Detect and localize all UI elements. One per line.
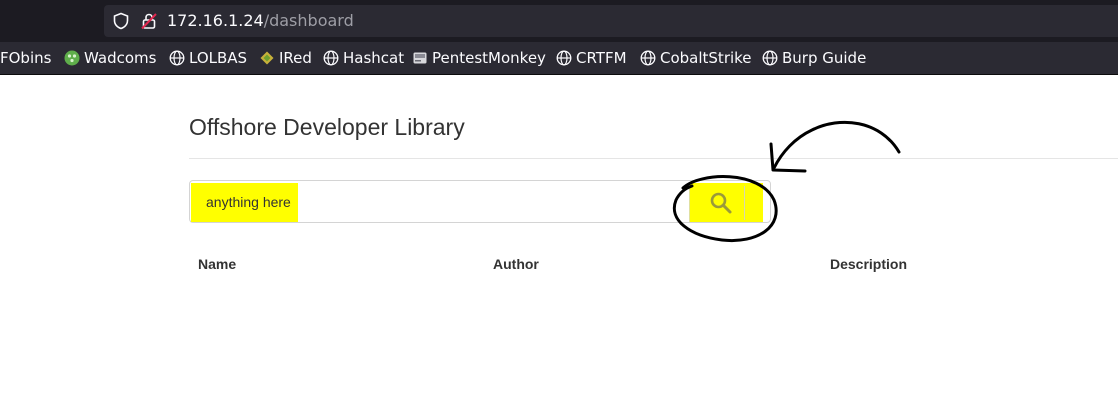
bookmark-label: LOLBAS xyxy=(189,49,248,67)
bookmark-label: CRTFM xyxy=(576,49,627,67)
url-path: /dashboard xyxy=(263,11,354,30)
bookmark-label: Wadcoms xyxy=(84,49,157,67)
bookmark-pentestmonkey[interactable]: PentestMonkey xyxy=(412,49,546,67)
bookmark-crtfm[interactable]: CRTFM xyxy=(556,49,627,67)
search-input[interactable] xyxy=(191,182,671,221)
bookmark-ired[interactable]: IRed xyxy=(259,49,312,67)
green-circle-icon xyxy=(64,50,80,66)
bookmark-label: CobaltStrike xyxy=(660,49,752,67)
bookmark-label: Burp Guide xyxy=(782,49,867,67)
bookmark-label: PentestMonkey xyxy=(432,49,546,67)
bookmark-cobaltstrike[interactable]: CobaltStrike xyxy=(640,49,752,67)
bookmark-wadcoms[interactable]: Wadcoms xyxy=(64,49,156,67)
globe-icon xyxy=(556,50,572,66)
globe-icon xyxy=(762,50,778,66)
column-header-author: Author xyxy=(493,256,539,272)
shield-icon[interactable] xyxy=(112,12,130,30)
url-host: 172.16.1.24 xyxy=(167,11,264,30)
bookmark-lolbas[interactable]: LOLBAS xyxy=(169,49,247,67)
page-title: Offshore Developer Library xyxy=(189,114,465,140)
annotation-arrow-shaft xyxy=(772,120,901,170)
globe-icon xyxy=(169,50,185,66)
url-text[interactable]: 172.16.1.24/dashboard xyxy=(167,11,354,30)
bookmark-hashcat[interactable]: Hashcat xyxy=(323,49,404,67)
bookmarks-toolbar: FObins Wadcoms LOLBAS IRed Hashcat Pente… xyxy=(0,42,1118,75)
insecure-lock-icon[interactable] xyxy=(140,12,158,30)
title-divider xyxy=(189,158,1118,159)
bookmark-label: Hashcat xyxy=(343,49,405,67)
bookmark-fobins[interactable]: FObins xyxy=(0,49,51,67)
globe-icon xyxy=(640,50,656,66)
drive-icon xyxy=(413,52,427,64)
search-icon[interactable] xyxy=(709,191,733,215)
browser-url-bar: 172.16.1.24/dashboard xyxy=(0,0,1118,42)
column-header-name: Name xyxy=(198,256,237,272)
diamond-icon xyxy=(260,51,274,65)
globe-icon xyxy=(323,50,339,66)
button-divider xyxy=(744,186,745,220)
bookmark-label: FObins xyxy=(0,49,52,67)
bookmark-burp-guide[interactable]: Burp Guide xyxy=(762,49,866,67)
column-header-description: Description xyxy=(830,256,908,272)
bookmark-label: IRed xyxy=(279,49,312,67)
